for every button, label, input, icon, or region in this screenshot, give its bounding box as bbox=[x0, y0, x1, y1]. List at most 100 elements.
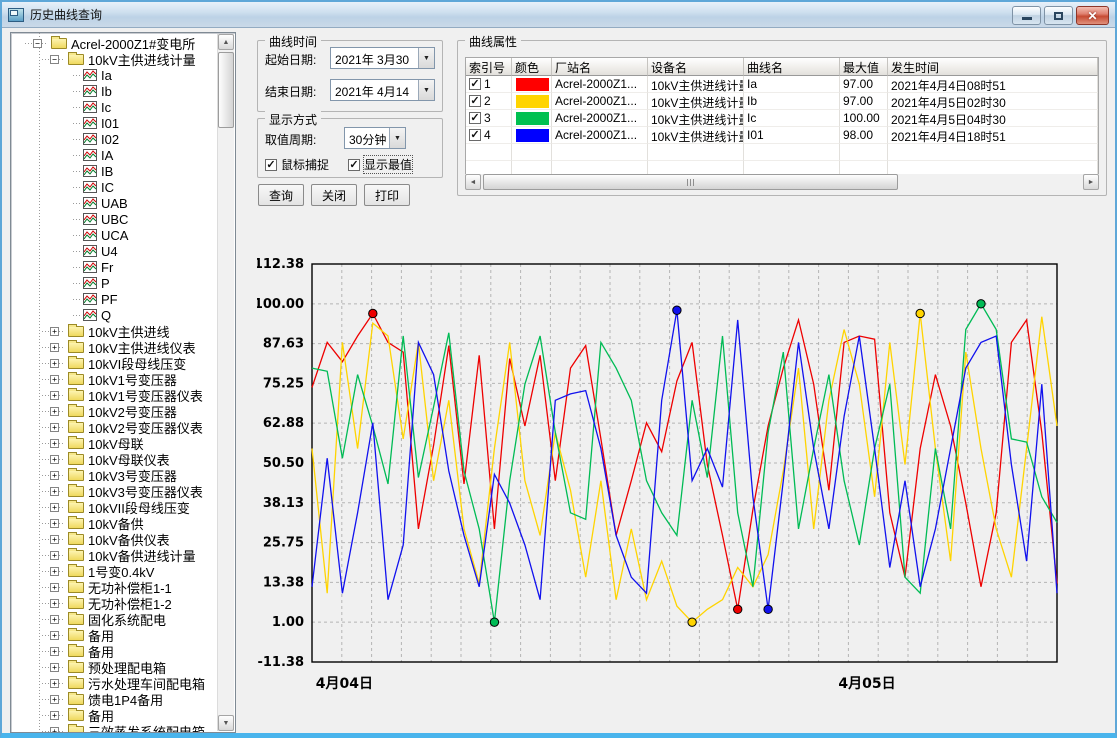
tree-vertical-scrollbar[interactable]: ▲ ▼ bbox=[217, 34, 234, 731]
row-checkbox[interactable]: ✓ bbox=[469, 112, 481, 124]
expand-icon[interactable]: + bbox=[50, 343, 59, 352]
tree-item-label[interactable]: Ib bbox=[101, 84, 112, 99]
start-date-combobox[interactable]: 2021年 3月30 ▼ bbox=[330, 47, 435, 69]
minimize-button[interactable] bbox=[1012, 6, 1041, 25]
tree-item-label[interactable]: Ic bbox=[101, 100, 111, 115]
expand-icon[interactable]: + bbox=[50, 615, 59, 624]
column-header[interactable]: 索引号 bbox=[466, 58, 512, 76]
tree-item-label[interactable]: 三效蒸发系统配电箱 bbox=[88, 722, 205, 734]
tree-item-label[interactable]: P bbox=[101, 276, 110, 291]
mouse-capture-checkbox[interactable]: ✓ bbox=[265, 159, 277, 171]
tree-item[interactable]: I01 bbox=[11, 115, 217, 131]
restore-button[interactable] bbox=[1044, 6, 1073, 25]
row-checkbox[interactable]: ✓ bbox=[469, 78, 481, 90]
expand-icon[interactable]: + bbox=[50, 471, 59, 480]
tree-item[interactable]: Ia bbox=[11, 67, 217, 83]
column-header[interactable]: 颜色 bbox=[512, 58, 552, 76]
expand-icon[interactable]: + bbox=[50, 487, 59, 496]
column-header[interactable]: 厂站名 bbox=[552, 58, 648, 76]
table-horizontal-scrollbar[interactable]: ◄ ► bbox=[465, 174, 1099, 190]
chevron-down-icon[interactable]: ▼ bbox=[418, 80, 434, 100]
expand-icon[interactable]: + bbox=[50, 359, 59, 368]
tree-item[interactable]: UCA bbox=[11, 227, 217, 243]
expand-icon[interactable]: + bbox=[50, 455, 59, 464]
titlebar[interactable]: 历史曲线查询 ✕ bbox=[2, 2, 1115, 28]
chevron-down-icon[interactable]: ▼ bbox=[418, 48, 434, 68]
tree-item[interactable]: UBC bbox=[11, 211, 217, 227]
expand-icon[interactable]: + bbox=[50, 583, 59, 592]
close-button[interactable]: ✕ bbox=[1076, 6, 1109, 25]
table-scrollbar-thumb[interactable] bbox=[483, 174, 898, 190]
column-header[interactable]: 设备名 bbox=[648, 58, 744, 76]
chevron-down-icon[interactable]: ▼ bbox=[389, 128, 405, 148]
tree-item[interactable]: P bbox=[11, 275, 217, 291]
tree-item-label[interactable]: Ia bbox=[101, 68, 112, 83]
tree-item-label[interactable]: I02 bbox=[101, 132, 119, 147]
end-date-combobox[interactable]: 2021年 4月14 ▼ bbox=[330, 79, 435, 101]
expand-icon[interactable]: + bbox=[50, 695, 59, 704]
mouse-capture-label[interactable]: 鼠标捕捉 bbox=[281, 156, 329, 173]
period-combobox[interactable]: 30分钟 ▼ bbox=[344, 127, 406, 149]
table-row[interactable]: ✓3Acrel-2000Z1...10kV主供进线计量Ic100.002021年… bbox=[466, 110, 1098, 127]
expand-icon[interactable]: + bbox=[50, 727, 59, 734]
tree-item[interactable]: IA bbox=[11, 147, 217, 163]
collapse-icon[interactable]: − bbox=[33, 39, 42, 48]
tree-item-label[interactable]: UAB bbox=[101, 196, 128, 211]
expand-icon[interactable]: + bbox=[50, 551, 59, 560]
tree-item[interactable]: IC bbox=[11, 179, 217, 195]
scroll-left-arrow-icon[interactable]: ◄ bbox=[465, 174, 481, 190]
tree-item-label[interactable]: IB bbox=[101, 164, 113, 179]
column-header[interactable]: 曲线名 bbox=[744, 58, 840, 76]
expand-icon[interactable]: + bbox=[50, 391, 59, 400]
tree-item[interactable]: − 10kV主供进线计量 bbox=[11, 51, 217, 67]
tree-item-label[interactable]: 10kV主供进线计量 bbox=[88, 50, 196, 69]
column-header[interactable]: 发生时间 bbox=[888, 58, 1098, 76]
tree-item[interactable]: IB bbox=[11, 163, 217, 179]
expand-icon[interactable]: + bbox=[50, 663, 59, 672]
tree-item-label[interactable]: UBC bbox=[101, 212, 128, 227]
show-extremes-label[interactable]: 显示最值 bbox=[364, 156, 412, 173]
tree-item[interactable]: PF bbox=[11, 291, 217, 307]
tree-item[interactable]: Ib bbox=[11, 83, 217, 99]
expand-icon[interactable]: + bbox=[50, 711, 59, 720]
close-action-button[interactable]: 关闭 bbox=[311, 184, 357, 206]
scroll-down-arrow-icon[interactable]: ▼ bbox=[218, 715, 234, 731]
row-checkbox[interactable]: ✓ bbox=[469, 95, 481, 107]
expand-icon[interactable]: + bbox=[50, 503, 59, 512]
query-button[interactable]: 查询 bbox=[258, 184, 304, 206]
tree-item-label[interactable]: U4 bbox=[101, 244, 118, 259]
collapse-icon[interactable]: − bbox=[50, 55, 59, 64]
tree-item[interactable]: U4 bbox=[11, 243, 217, 259]
scroll-right-arrow-icon[interactable]: ► bbox=[1083, 174, 1099, 190]
tree-item-label[interactable]: Q bbox=[101, 308, 111, 323]
expand-icon[interactable]: + bbox=[50, 519, 59, 528]
expand-icon[interactable]: + bbox=[50, 647, 59, 656]
table-row[interactable]: ✓2Acrel-2000Z1...10kV主供进线计量Ib97.002021年4… bbox=[466, 93, 1098, 110]
tree-item[interactable]: Fr bbox=[11, 259, 217, 275]
expand-icon[interactable]: + bbox=[50, 535, 59, 544]
tree-item-label[interactable]: UCA bbox=[101, 228, 128, 243]
tree-item-label[interactable]: I01 bbox=[101, 116, 119, 131]
column-header[interactable]: 最大值 bbox=[840, 58, 888, 76]
table-row[interactable]: ✓4Acrel-2000Z1...10kV主供进线计量I0198.002021年… bbox=[466, 127, 1098, 144]
expand-icon[interactable]: + bbox=[50, 599, 59, 608]
row-checkbox[interactable]: ✓ bbox=[469, 129, 481, 141]
expand-icon[interactable]: + bbox=[50, 567, 59, 576]
table-row[interactable]: ✓1Acrel-2000Z1...10kV主供进线计量Ia97.002021年4… bbox=[466, 76, 1098, 93]
tree-item-label[interactable]: IC bbox=[101, 180, 114, 195]
show-extremes-checkbox[interactable]: ✓ bbox=[348, 159, 360, 171]
tree-item[interactable]: I02 bbox=[11, 131, 217, 147]
tree-item-label[interactable]: PF bbox=[101, 292, 118, 307]
expand-icon[interactable]: + bbox=[50, 439, 59, 448]
tree-item[interactable]: UAB bbox=[11, 195, 217, 211]
tree-item[interactable]: Ic bbox=[11, 99, 217, 115]
tree-item-label[interactable]: IA bbox=[101, 148, 113, 163]
expand-icon[interactable]: + bbox=[50, 375, 59, 384]
expand-icon[interactable]: + bbox=[50, 407, 59, 416]
expand-icon[interactable]: + bbox=[50, 423, 59, 432]
tree-item-label[interactable]: Fr bbox=[101, 260, 113, 275]
print-button[interactable]: 打印 bbox=[364, 184, 410, 206]
expand-icon[interactable]: + bbox=[50, 327, 59, 336]
tree-item[interactable]: + 三效蒸发系统配电箱 bbox=[11, 723, 217, 733]
expand-icon[interactable]: + bbox=[50, 631, 59, 640]
